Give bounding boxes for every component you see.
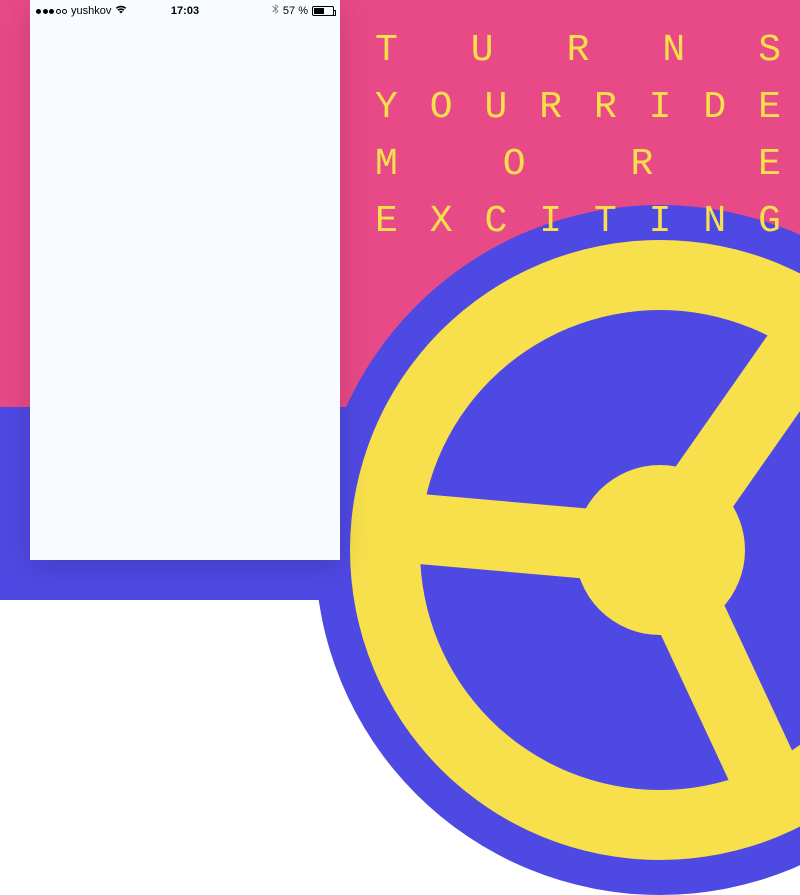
tagline-line-3: MORE — [375, 136, 782, 193]
tagline-text: TURNS YOURRIDE MORE EXCITING — [375, 22, 782, 250]
phone-mockup: yushkov 17:03 57 % — [30, 0, 340, 560]
battery-icon — [312, 6, 334, 16]
tagline-line-1: TURNS — [375, 22, 782, 79]
carrier-label: yushkov — [71, 5, 111, 17]
wifi-icon — [115, 5, 127, 17]
steering-wheel-graphic — [350, 240, 800, 860]
battery-percent-label: 57 % — [283, 5, 308, 17]
status-bar-left: yushkov — [36, 5, 127, 17]
status-bar: yushkov 17:03 57 % — [30, 0, 340, 22]
tagline-line-2: YOURRIDE — [375, 79, 782, 136]
wheel-hub — [575, 465, 745, 635]
status-bar-time: 17:03 — [171, 5, 199, 17]
signal-strength-icon — [36, 9, 67, 14]
status-bar-right: 57 % — [272, 4, 334, 18]
tagline-line-4: EXCITING — [375, 193, 782, 250]
bluetooth-icon — [272, 4, 279, 18]
